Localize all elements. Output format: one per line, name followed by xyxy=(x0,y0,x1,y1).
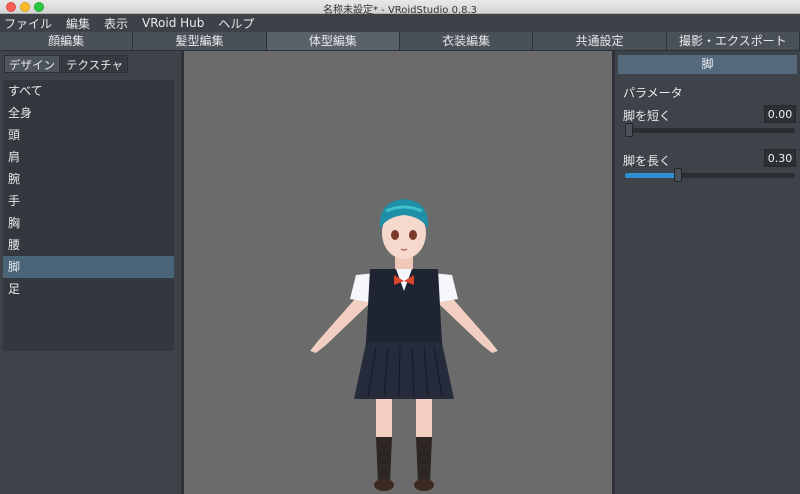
slider-handle-lengthen-legs[interactable] xyxy=(673,168,682,182)
title-bar: 名称未設定* - VRoidStudio 0.8.3 xyxy=(0,0,800,16)
menu-vroid-hub[interactable]: VRoid Hub xyxy=(142,16,204,30)
right-eye xyxy=(409,230,417,240)
param-value-lengthen-legs[interactable]: 0.30 xyxy=(764,149,796,167)
subtab-texture[interactable]: テクスチャ xyxy=(61,55,129,73)
model-viewport[interactable] xyxy=(181,51,615,494)
part-item-waist[interactable]: 腰 xyxy=(3,234,174,256)
part-item-arm[interactable]: 腕 xyxy=(3,168,174,190)
param-label-lengthen-legs: 脚を長く xyxy=(623,154,672,168)
tab-outfit-edit[interactable]: 衣装編集 xyxy=(399,32,534,51)
tab-hair-edit[interactable]: 髪型編集 xyxy=(133,32,267,51)
menu-view[interactable]: 表示 xyxy=(104,15,128,32)
slider-handle-shorten-legs[interactable] xyxy=(625,123,633,137)
tab-photo-export[interactable]: 撮影・エクスポート xyxy=(666,32,800,51)
part-item-chest[interactable]: 胸 xyxy=(3,212,174,234)
menu-help[interactable]: ヘルプ xyxy=(218,15,254,32)
left-eye xyxy=(391,230,399,240)
parameters-heading: パラメータ xyxy=(623,86,683,100)
part-item-all[interactable]: すべて xyxy=(3,80,174,102)
main-tab-bar: 顔編集 髪型編集 体型編集 衣装編集 共通設定 撮影・エクスポート xyxy=(0,32,800,51)
sub-tab-bar: デザイン テクスチャ xyxy=(4,55,129,73)
tab-body-edit[interactable]: 体型編集 xyxy=(266,32,400,51)
part-item-hand[interactable]: 手 xyxy=(3,190,174,212)
right-shoe xyxy=(414,479,434,491)
left-shoe xyxy=(374,479,394,491)
menu-bar: ファイル 編集 表示 VRoid Hub ヘルプ xyxy=(0,14,800,32)
subtab-design[interactable]: デザイン xyxy=(4,55,60,73)
tab-face-edit[interactable]: 顔編集 xyxy=(0,32,134,51)
left-sock xyxy=(376,437,392,483)
right-thigh xyxy=(416,399,432,437)
tab-common-settings[interactable]: 共通設定 xyxy=(533,32,667,51)
left-thigh xyxy=(376,399,392,437)
panel-header: 脚 xyxy=(618,55,797,74)
part-item-foot[interactable]: 足 xyxy=(3,278,174,300)
left-panel: デザイン テクスチャ すべて 全身 頭 肩 腕 手 胸 腰 脚 足 xyxy=(0,51,181,494)
param-label-shorten-legs: 脚を短く xyxy=(623,109,672,123)
menu-edit[interactable]: 編集 xyxy=(66,15,90,32)
right-panel: 脚 パラメータ 脚を短く 0.00 脚を長く 0.30 xyxy=(615,51,800,494)
part-item-head[interactable]: 頭 xyxy=(3,124,174,146)
avatar-model xyxy=(310,199,498,491)
menu-file[interactable]: ファイル xyxy=(4,15,52,32)
right-sock xyxy=(416,437,432,483)
part-item-shoulder[interactable]: 肩 xyxy=(3,146,174,168)
param-value-shorten-legs[interactable]: 0.00 xyxy=(764,105,796,123)
slider-shorten-legs[interactable] xyxy=(625,123,795,137)
slider-lengthen-legs[interactable] xyxy=(625,168,795,182)
part-item-whole-body[interactable]: 全身 xyxy=(3,102,174,124)
slider-fill-lengthen-legs xyxy=(625,173,678,178)
body-part-list: すべて 全身 頭 肩 腕 手 胸 腰 脚 足 xyxy=(3,80,174,351)
part-item-leg[interactable]: 脚 xyxy=(3,256,174,278)
